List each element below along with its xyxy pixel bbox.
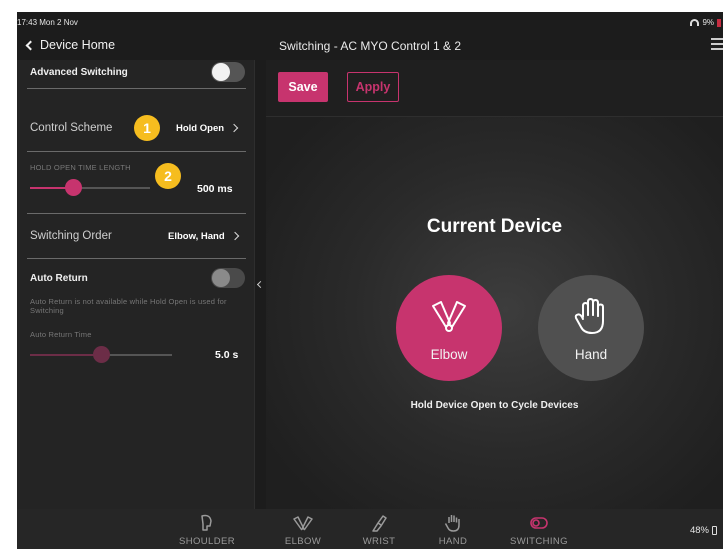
auto-return-note: Auto Return is not available while Hold …: [30, 297, 227, 315]
hand-device-label: Hand: [574, 347, 608, 362]
elbow-icon: [432, 301, 466, 332]
auto-return-section: Auto Return Auto Return is not available…: [17, 260, 254, 370]
control-scheme-label: Control Scheme: [30, 122, 113, 134]
wrist-icon: [372, 515, 387, 532]
wifi-icon: [690, 19, 700, 26]
chevron-left-icon: [256, 280, 265, 289]
settings-panel: Advanced Switching Control Scheme 1 Hold…: [17, 60, 254, 509]
bottom-tab-bar: SHOULDER ELBOW WRIST HAND SWITCHING 48%: [17, 509, 723, 549]
auto-return-label: Auto Return: [30, 273, 88, 284]
switching-order-row[interactable]: Switching Order Elbow, Hand: [17, 214, 254, 258]
battery-icon: [717, 18, 721, 27]
switching-order-value: Elbow, Hand: [168, 231, 239, 242]
back-button-label: Device Home: [40, 38, 116, 52]
save-button[interactable]: Save: [278, 72, 328, 102]
auto-return-toggle[interactable]: [211, 268, 245, 288]
switching-order-label: Switching Order: [30, 230, 112, 242]
tab-hand-label: HAND: [438, 536, 468, 547]
chevron-right-icon: [229, 123, 239, 133]
action-toolbar: Save Apply: [266, 60, 723, 117]
menu-icon[interactable]: [711, 38, 723, 50]
slider-thumb[interactable]: [65, 179, 82, 196]
tabbar-battery: 48%: [690, 525, 717, 536]
control-scheme-value-text: Hold Open: [176, 123, 225, 134]
status-battery-text: 9%: [702, 18, 714, 27]
elbow-device-label: Elbow: [430, 347, 468, 362]
tab-wrist-label: WRIST: [362, 536, 396, 547]
current-device-title: Current Device: [426, 216, 563, 237]
chevron-left-icon: [25, 40, 36, 51]
hold-open-slider[interactable]: [30, 179, 150, 196]
elbow-icon: [293, 516, 313, 531]
advanced-switching-toggle[interactable]: [211, 62, 245, 82]
tabbar-battery-text: 48%: [689, 525, 709, 536]
status-bar: 17:43 Mon 2 Nov 9%: [17, 12, 723, 32]
hand-icon: [444, 515, 460, 532]
slider-fill: [30, 354, 101, 356]
tab-hand[interactable]: HAND: [413, 509, 493, 549]
slider-thumb[interactable]: [93, 346, 110, 363]
advanced-switching-label: Advanced Switching: [30, 67, 128, 78]
hold-open-value: 500 ms: [197, 183, 233, 195]
tab-switching-label: SWITCHING: [510, 536, 568, 547]
status-right: 9%: [690, 18, 721, 27]
battery-icon: [712, 526, 717, 535]
ipad-screen: 17:43 Mon 2 Nov 9% Device Home Switching…: [17, 12, 723, 549]
auto-return-time-slider[interactable]: [30, 346, 172, 363]
back-button[interactable]: Device Home: [25, 38, 116, 52]
collapse-panel-handle[interactable]: [254, 60, 266, 509]
auto-return-time-caption: Auto Return Time: [30, 330, 92, 339]
toggle-icon: [530, 517, 548, 529]
chevron-right-icon: [230, 231, 239, 241]
elbow-device-button[interactable]: Elbow: [396, 275, 502, 381]
callout-badge-2: 2: [155, 163, 181, 189]
control-scheme-row[interactable]: Control Scheme 1 Hold Open: [17, 90, 254, 150]
shoulder-icon: [201, 514, 212, 531]
advanced-switching-row: Advanced Switching: [17, 60, 254, 86]
apply-button[interactable]: Apply: [347, 72, 399, 102]
tab-switching[interactable]: SWITCHING: [499, 509, 579, 549]
status-time: 17:43 Mon 2 Nov: [17, 18, 78, 27]
hand-icon: [574, 298, 604, 334]
hand-device-button[interactable]: Hand: [538, 275, 644, 381]
tab-elbow-label: ELBOW: [284, 536, 322, 547]
control-scheme-value: Hold Open: [176, 123, 239, 134]
cycle-devices-hint: Hold Device Open to Cycle Devices: [410, 400, 579, 411]
hold-open-time-row: HOLD OPEN TIME LENGTH 2 500 ms: [17, 152, 254, 212]
tab-shoulder[interactable]: SHOULDER: [167, 509, 247, 549]
toggle-knob: [212, 63, 230, 81]
divider: [27, 258, 246, 259]
hold-open-caption: HOLD OPEN TIME LENGTH: [30, 163, 131, 172]
navigation-bar: Device Home Switching - AC MYO Control 1…: [17, 34, 723, 58]
tab-shoulder-label: SHOULDER: [179, 536, 235, 547]
main-panel: Save Apply Current Device Elbow Hand Hol…: [266, 60, 723, 509]
callout-badge-1: 1: [134, 115, 160, 141]
toggle-knob: [212, 269, 230, 287]
auto-return-time-value: 5.0 s: [215, 349, 239, 361]
tab-elbow[interactable]: ELBOW: [263, 509, 343, 549]
page-title: Switching - AC MYO Control 1 & 2: [279, 39, 462, 53]
divider: [27, 88, 246, 89]
tab-wrist[interactable]: WRIST: [339, 509, 419, 549]
switching-order-value-text: Elbow, Hand: [168, 231, 225, 242]
